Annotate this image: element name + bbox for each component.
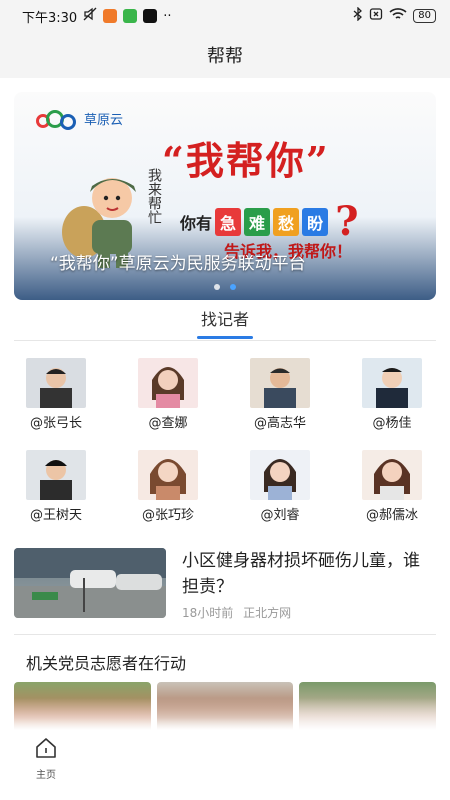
avatar [362,358,422,408]
reporter-card[interactable]: @杨佳 [342,358,442,431]
carousel-dot-active[interactable] [230,284,236,290]
reporter-name: @杨佳 [372,416,412,431]
subslogan-prefix: 你有 [180,213,213,233]
nav-home-label: 主页 [36,770,56,781]
wifi-icon [389,7,407,25]
divider [14,634,436,635]
scroll-fade [0,698,450,730]
status-time: 下午3:30 [22,10,78,26]
reporter-card[interactable]: @高志华 [230,358,330,431]
bottom-nav: 主页 [0,730,450,800]
app-icon [103,9,118,23]
logo-icon [36,110,78,132]
battery-icon: 80 [413,9,436,23]
news-item[interactable]: 小区健身器材损坏砸伤儿童，谁担责？ 18小时前 正北方网 [14,548,436,626]
nav-home[interactable]: 主页 [24,736,68,781]
reporter-name: @张巧珍 [141,508,194,523]
reporter-name: @张弓长 [29,416,82,431]
tag-ji: 急 [215,207,242,236]
mute-icon [83,7,97,25]
news-title: 小区健身器材损坏砸伤儿童，谁担责？ [182,551,420,597]
carousel-indicator [14,284,436,290]
carousel-dot[interactable] [214,284,220,290]
avatar [250,358,310,408]
reporter-card[interactable]: @刘睿 [230,450,330,523]
tab-find-reporter[interactable]: 找记者 [0,306,450,339]
reporter-name: @查娜 [148,416,188,431]
reporter-name: @王树天 [29,508,82,523]
page-title: 帮帮 [207,46,243,67]
reporter-card[interactable]: @王树天 [6,450,106,523]
section-title: 机关党员志愿者在行动 [26,654,187,673]
bluetooth-icon [353,6,363,25]
logo: 草原云 [36,110,123,132]
avatar [138,450,198,500]
tab-label: 找记者 [200,310,249,329]
banner-caption: “我帮你”草原云为民服务联动平台 [50,254,306,274]
reporter-name: @高志华 [253,416,306,431]
download-icon [123,9,138,23]
home-icon [34,738,58,764]
news-source: 正北方网 [243,606,292,620]
avatar [362,450,422,500]
reporter-card[interactable]: @查娜 [118,358,218,431]
avatar [26,358,86,408]
main-content[interactable]: 草原云 “我帮你” 我来帮忙 你有 急 难 愁 盼 ? 告诉我，我帮你！ “我帮… [0,78,450,730]
tag-pan: 盼 [302,207,329,236]
avatar [26,450,86,500]
reporter-card[interactable]: @郝儒冰 [342,450,442,523]
tab-underline [197,336,253,339]
reporter-card[interactable]: @张弓长 [6,358,106,431]
avatar [250,450,310,500]
sim-icon [369,7,383,25]
tag-nan: 难 [244,207,271,236]
reporter-card[interactable]: @张巧珍 [118,450,218,523]
reporter-name: @刘睿 [260,508,300,523]
banner-slogan: “我帮你” [162,138,330,183]
logo-name: 草原云 [84,112,124,128]
reporter-name: @郝儒冰 [365,508,418,523]
more-notifications: ·· [163,8,172,24]
news-time: 18小时前 [182,606,234,620]
divider [14,340,436,341]
tiktok-icon [143,9,158,23]
tag-chou: 愁 [273,207,300,236]
status-bar: 下午3:30 ·· 80 [0,0,450,32]
avatar [138,358,198,408]
news-thumbnail [14,548,166,618]
banner-carousel[interactable]: 草原云 “我帮你” 我来帮忙 你有 急 难 愁 盼 ? 告诉我，我帮你！ “我帮… [14,92,436,300]
news-meta: 18小时前 正北方网 [182,604,291,621]
